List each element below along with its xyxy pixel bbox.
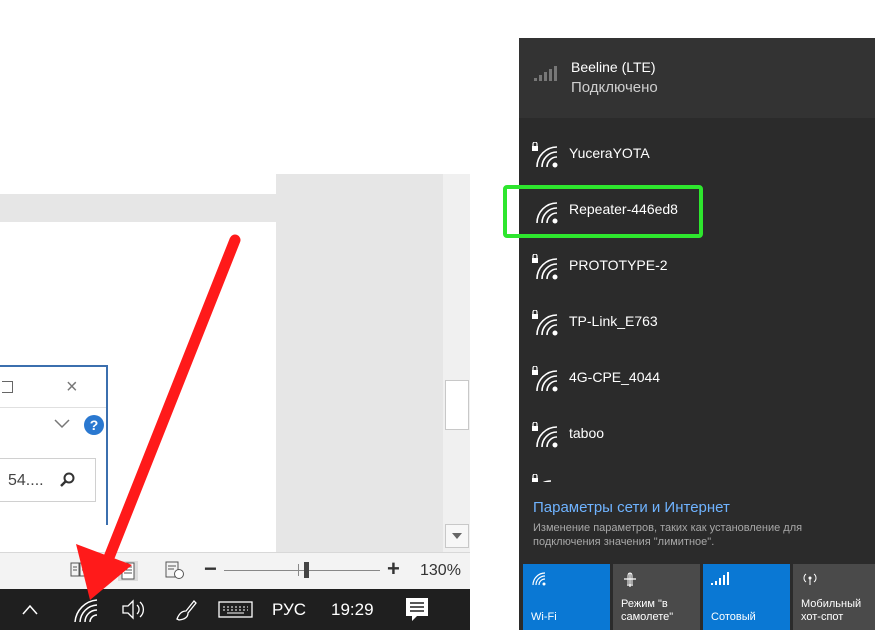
secured-wifi-icon (532, 366, 558, 392)
cellular-status: Подключено (571, 79, 658, 96)
scrollbar-thumb[interactable] (445, 380, 469, 430)
network-name: 4G-CPE_4044 (569, 369, 661, 385)
zoom-out-button[interactable]: − (204, 556, 217, 582)
secured-wifi-icon (532, 422, 558, 448)
quick-action-label: Сотовый (711, 611, 756, 623)
secured-wifi-icon (532, 254, 558, 280)
taskbar: РУС 19:29 (0, 589, 470, 630)
network-name: TP-Link_E763 (569, 313, 658, 329)
network-settings-link[interactable]: Параметры сети и Интернет (533, 499, 730, 516)
scroll-down-button[interactable] (445, 524, 469, 548)
quick-action-label: Мобильный хот-спот (801, 598, 862, 623)
web-layout-icon[interactable] (165, 561, 185, 579)
input-language[interactable]: РУС (272, 589, 306, 630)
zoom-slider[interactable] (224, 570, 380, 571)
print-layout-icon[interactable] (118, 561, 138, 581)
triangle-down-icon (452, 533, 462, 539)
action-center-notification-icon[interactable] (404, 589, 430, 630)
mobile-hotspot-toggle[interactable]: Мобильный хот-спот (793, 564, 875, 630)
network-settings-description: Изменение параметров, таких как установл… (533, 522, 803, 548)
network-name: YuceraYOTA (569, 145, 650, 161)
show-hidden-icons-chevron-up-icon[interactable] (22, 589, 38, 630)
speaker-volume-icon[interactable] (121, 589, 147, 630)
highlight-box (503, 185, 703, 238)
find-pane: × ? 54.... (0, 365, 108, 525)
airplane-icon (624, 572, 636, 587)
secured-wifi-icon (532, 474, 552, 482)
wifi-icon[interactable] (72, 589, 102, 630)
wifi-icon (532, 572, 546, 586)
secured-wifi-icon (532, 142, 558, 168)
network-flyout: Beeline (LTE) Подключено YuceraYOTA Repe… (519, 38, 875, 630)
read-mode-icon[interactable] (70, 561, 90, 579)
quick-action-label: Wi-Fi (531, 611, 557, 623)
zoom-slider-thumb[interactable] (304, 562, 309, 578)
wifi-network-item[interactable]: 4G-CPE_4044 (519, 350, 875, 406)
zoom-in-button[interactable]: + (387, 556, 400, 582)
previous-page-bottom (0, 174, 276, 194)
status-bar: − + 130% (0, 552, 470, 589)
zoom-slider-center-tick (298, 564, 299, 576)
cellular-name: Beeline (LTE) (571, 59, 656, 75)
search-icon[interactable] (60, 472, 76, 488)
page-gap (0, 194, 276, 222)
network-name: PROTOTYPE-2 (569, 257, 668, 273)
clock[interactable]: 19:29 (331, 589, 374, 630)
chevron-down-icon[interactable] (54, 419, 70, 429)
cellular-connection-item[interactable]: Beeline (LTE) Подключено (519, 38, 875, 118)
pen-ink-workspace-icon[interactable] (174, 589, 198, 630)
cellular-signal-icon (534, 66, 557, 81)
quick-action-label: Режим "в самолете" (621, 598, 674, 623)
wifi-network-item[interactable]: YuceraYOTA (519, 126, 875, 182)
cellular-toggle[interactable]: Сотовый (703, 564, 790, 630)
zoom-level[interactable]: 130% (420, 562, 461, 580)
divider (0, 407, 106, 408)
search-input-value: 54.... (8, 472, 44, 489)
wifi-network-item[interactable]: PROTOTYPE-2 (519, 238, 875, 294)
touch-keyboard-icon[interactable] (218, 589, 254, 630)
wifi-toggle[interactable]: Wi-Fi (523, 564, 610, 630)
secured-wifi-icon (532, 310, 558, 336)
airplane-mode-toggle[interactable]: Режим "в самолете" (613, 564, 700, 630)
search-input[interactable]: 54.... (0, 458, 96, 502)
restore-icon[interactable] (2, 381, 13, 393)
wifi-network-item[interactable]: taboo (519, 406, 875, 462)
close-icon[interactable]: × (66, 377, 78, 397)
wifi-network-item[interactable]: TP-Link_E763 (519, 294, 875, 350)
network-name: taboo (569, 425, 605, 441)
hotspot-icon (803, 573, 817, 585)
cellular-signal-icon (711, 572, 729, 585)
help-icon[interactable]: ? (84, 415, 104, 435)
wifi-network-item-partial[interactable] (519, 462, 875, 482)
